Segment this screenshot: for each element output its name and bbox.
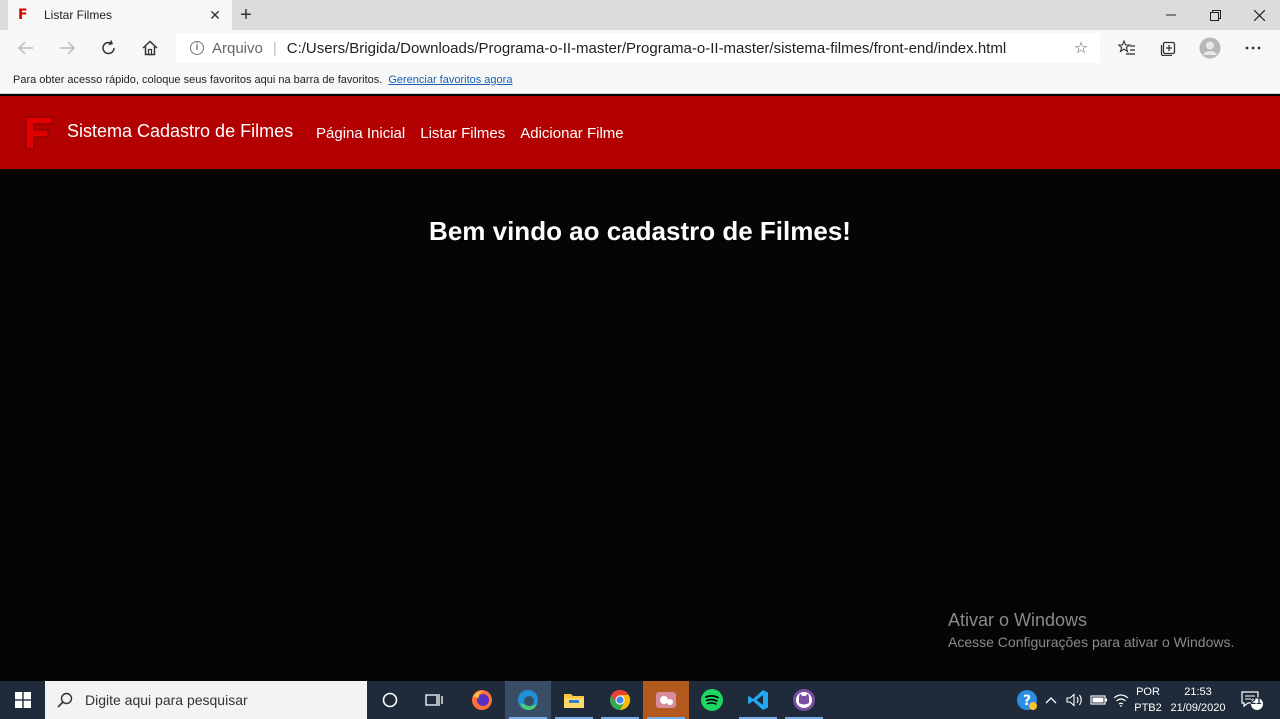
volume-button[interactable] <box>1064 681 1086 719</box>
restore-button[interactable] <box>1192 0 1238 30</box>
close-icon <box>1253 9 1265 21</box>
battery-icon <box>1090 695 1107 705</box>
taskbar-chrome[interactable] <box>597 681 643 719</box>
close-window-button[interactable] <box>1236 0 1280 30</box>
chevron-up-icon <box>1045 697 1057 704</box>
address-url[interactable]: C:/Users/Brigida/Downloads/Programa-o-II… <box>287 40 1070 57</box>
browser-toolbar: i Arquivo | C:/Users/Brigida/Downloads/P… <box>0 30 1280 66</box>
clock-date: 21/09/2020 <box>1170 702 1226 714</box>
windows-taskbar: Digite aqui para pesquisar ? POR PTB2 21… <box>0 681 1280 719</box>
refresh-button[interactable] <box>97 36 121 60</box>
notification-count: 21 <box>1250 696 1262 707</box>
spotify-icon <box>701 689 723 711</box>
favorite-star-icon[interactable]: ☆ <box>1070 38 1092 58</box>
address-bar[interactable]: i Arquivo | C:/Users/Brigida/Downloads/P… <box>176 33 1100 63</box>
taskbar-firefox[interactable] <box>459 681 505 719</box>
input-language[interactable]: POR PTB2 <box>1134 684 1162 716</box>
ellipsis-icon <box>1245 46 1261 50</box>
minimize-icon <box>1166 14 1176 16</box>
site-brand[interactable]: Sistema Cadastro de Filmes <box>67 121 293 142</box>
main-nav: Página Inicial Listar Filmes Adicionar F… <box>316 125 624 142</box>
back-arrow-icon <box>18 41 33 55</box>
taskbar-app-orange[interactable] <box>643 681 689 719</box>
back-button[interactable] <box>14 36 38 60</box>
vscode-icon <box>748 690 768 710</box>
favorites-bar: Para obter acesso rápido, coloque seus f… <box>0 66 1280 94</box>
language-code: POR <box>1136 686 1160 698</box>
browser-tab[interactable]: F Listar Filmes ✕ <box>8 0 232 30</box>
nav-home-link[interactable]: Página Inicial <box>316 125 405 142</box>
clock-time: 21:53 <box>1184 686 1212 698</box>
home-icon <box>142 40 158 56</box>
volume-icon <box>1066 693 1082 707</box>
nav-list-films-link[interactable]: Listar Filmes <box>420 125 505 142</box>
site-logo-icon[interactable] <box>24 115 54 151</box>
folder-icon <box>564 694 584 708</box>
taskbar-search-input[interactable]: Digite aqui para pesquisar <box>45 681 367 719</box>
more-menu-button[interactable] <box>1241 36 1265 60</box>
app-cat-icon <box>793 689 815 711</box>
favorites-list-icon <box>1118 40 1135 55</box>
firefox-icon <box>472 690 492 710</box>
system-clock[interactable]: 21:53 21/09/2020 <box>1166 684 1230 716</box>
windows-logo-icon <box>14 692 31 708</box>
network-button[interactable] <box>1110 681 1132 719</box>
forward-button[interactable] <box>55 36 79 60</box>
app-window-icon <box>656 692 676 708</box>
home-button[interactable] <box>138 36 162 60</box>
search-icon <box>57 692 73 708</box>
collections-button[interactable] <box>1156 36 1180 60</box>
nav-add-film-link[interactable]: Adicionar Filme <box>520 125 623 142</box>
search-placeholder: Digite aqui para pesquisar <box>85 692 248 708</box>
activation-title: Ativar o Windows <box>948 610 1088 630</box>
info-icon[interactable]: i <box>190 41 204 55</box>
site-favicon-icon: F <box>18 7 28 23</box>
windows-activation-watermark: Ativar o Windows Acesse Configurações pa… <box>948 610 1234 650</box>
favorites-hint: Para obter acesso rápido, coloque seus f… <box>13 73 383 86</box>
tab-strip: F Listar Filmes ✕ + <box>0 0 1280 30</box>
close-tab-icon[interactable]: ✕ <box>208 8 222 22</box>
help-icon: ? <box>1017 690 1037 710</box>
minimize-button[interactable] <box>1148 0 1194 30</box>
keyboard-layout: PTB2 <box>1134 702 1162 714</box>
avatar-icon <box>1199 37 1221 59</box>
battery-button[interactable] <box>1088 681 1110 719</box>
cortana-button[interactable] <box>367 681 413 719</box>
site-header: Sistema Cadastro de Filmes Página Inicia… <box>0 96 1280 169</box>
edge-icon <box>518 690 538 710</box>
taskbar-vscode[interactable] <box>735 681 781 719</box>
refresh-icon <box>102 40 115 55</box>
profile-button[interactable] <box>1198 36 1222 60</box>
activation-subtitle: Acesse Configurações para ativar o Windo… <box>948 634 1235 650</box>
taskbar-spotify[interactable] <box>689 681 735 719</box>
show-hidden-icons-button[interactable] <box>1042 681 1060 719</box>
action-center-button[interactable]: 21 <box>1236 681 1268 719</box>
task-view-button[interactable] <box>411 681 457 719</box>
welcome-heading: Bem vindo ao cadastro de Filmes! <box>429 216 851 246</box>
new-tab-button[interactable]: + <box>236 5 256 25</box>
address-separator: | <box>272 39 277 57</box>
taskbar-file-explorer[interactable] <box>551 681 597 719</box>
task-view-icon <box>425 694 443 706</box>
restore-icon <box>1209 9 1221 21</box>
main-content: Bem vindo ao cadastro de Filmes! Ativar … <box>0 169 1280 681</box>
wifi-icon <box>1113 694 1129 707</box>
help-tray-button[interactable]: ? <box>1014 681 1040 719</box>
tab-title: Listar Filmes <box>44 8 113 22</box>
cortana-circle-icon <box>382 692 398 708</box>
chrome-icon <box>610 689 631 711</box>
address-scheme: Arquivo <box>212 39 263 57</box>
forward-arrow-icon <box>60 41 75 55</box>
start-button[interactable] <box>0 681 45 719</box>
collections-icon <box>1160 41 1176 56</box>
taskbar-app-purple[interactable] <box>781 681 827 719</box>
manage-favorites-link[interactable]: Gerenciar favoritos agora <box>388 74 512 86</box>
favorites-button[interactable] <box>1115 36 1139 60</box>
taskbar-edge[interactable] <box>505 681 551 719</box>
